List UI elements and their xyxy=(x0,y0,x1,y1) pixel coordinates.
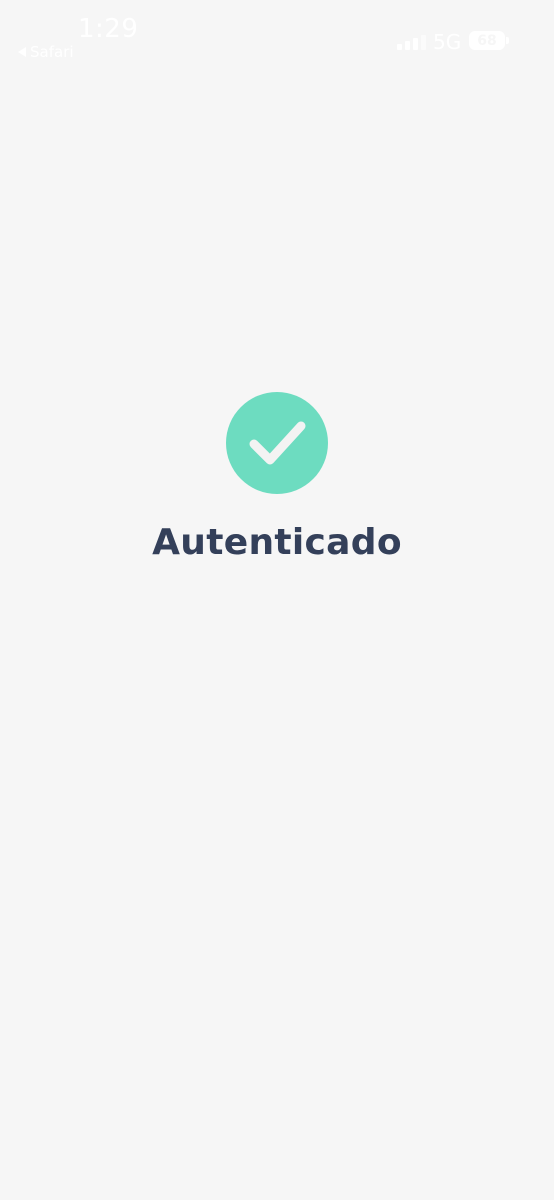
network-type: 5G xyxy=(433,30,462,54)
status-time: 1:29 xyxy=(78,14,139,44)
signal-strength-icon xyxy=(397,34,426,50)
page-title: Autenticado xyxy=(152,522,402,563)
battery-icon: 68 xyxy=(469,31,509,50)
back-link-label: Safari xyxy=(30,43,74,61)
status-bar: 1:29 Safari 5G 68 xyxy=(0,0,554,70)
authentication-success: Autenticado xyxy=(0,392,554,563)
screen: 1:29 Safari 5G 68 Autenticado xyxy=(0,0,554,1200)
back-to-safari-link[interactable]: Safari xyxy=(18,43,74,61)
battery-level: 68 xyxy=(477,32,497,49)
back-arrow-icon xyxy=(18,47,26,57)
checkmark-icon xyxy=(226,392,328,494)
